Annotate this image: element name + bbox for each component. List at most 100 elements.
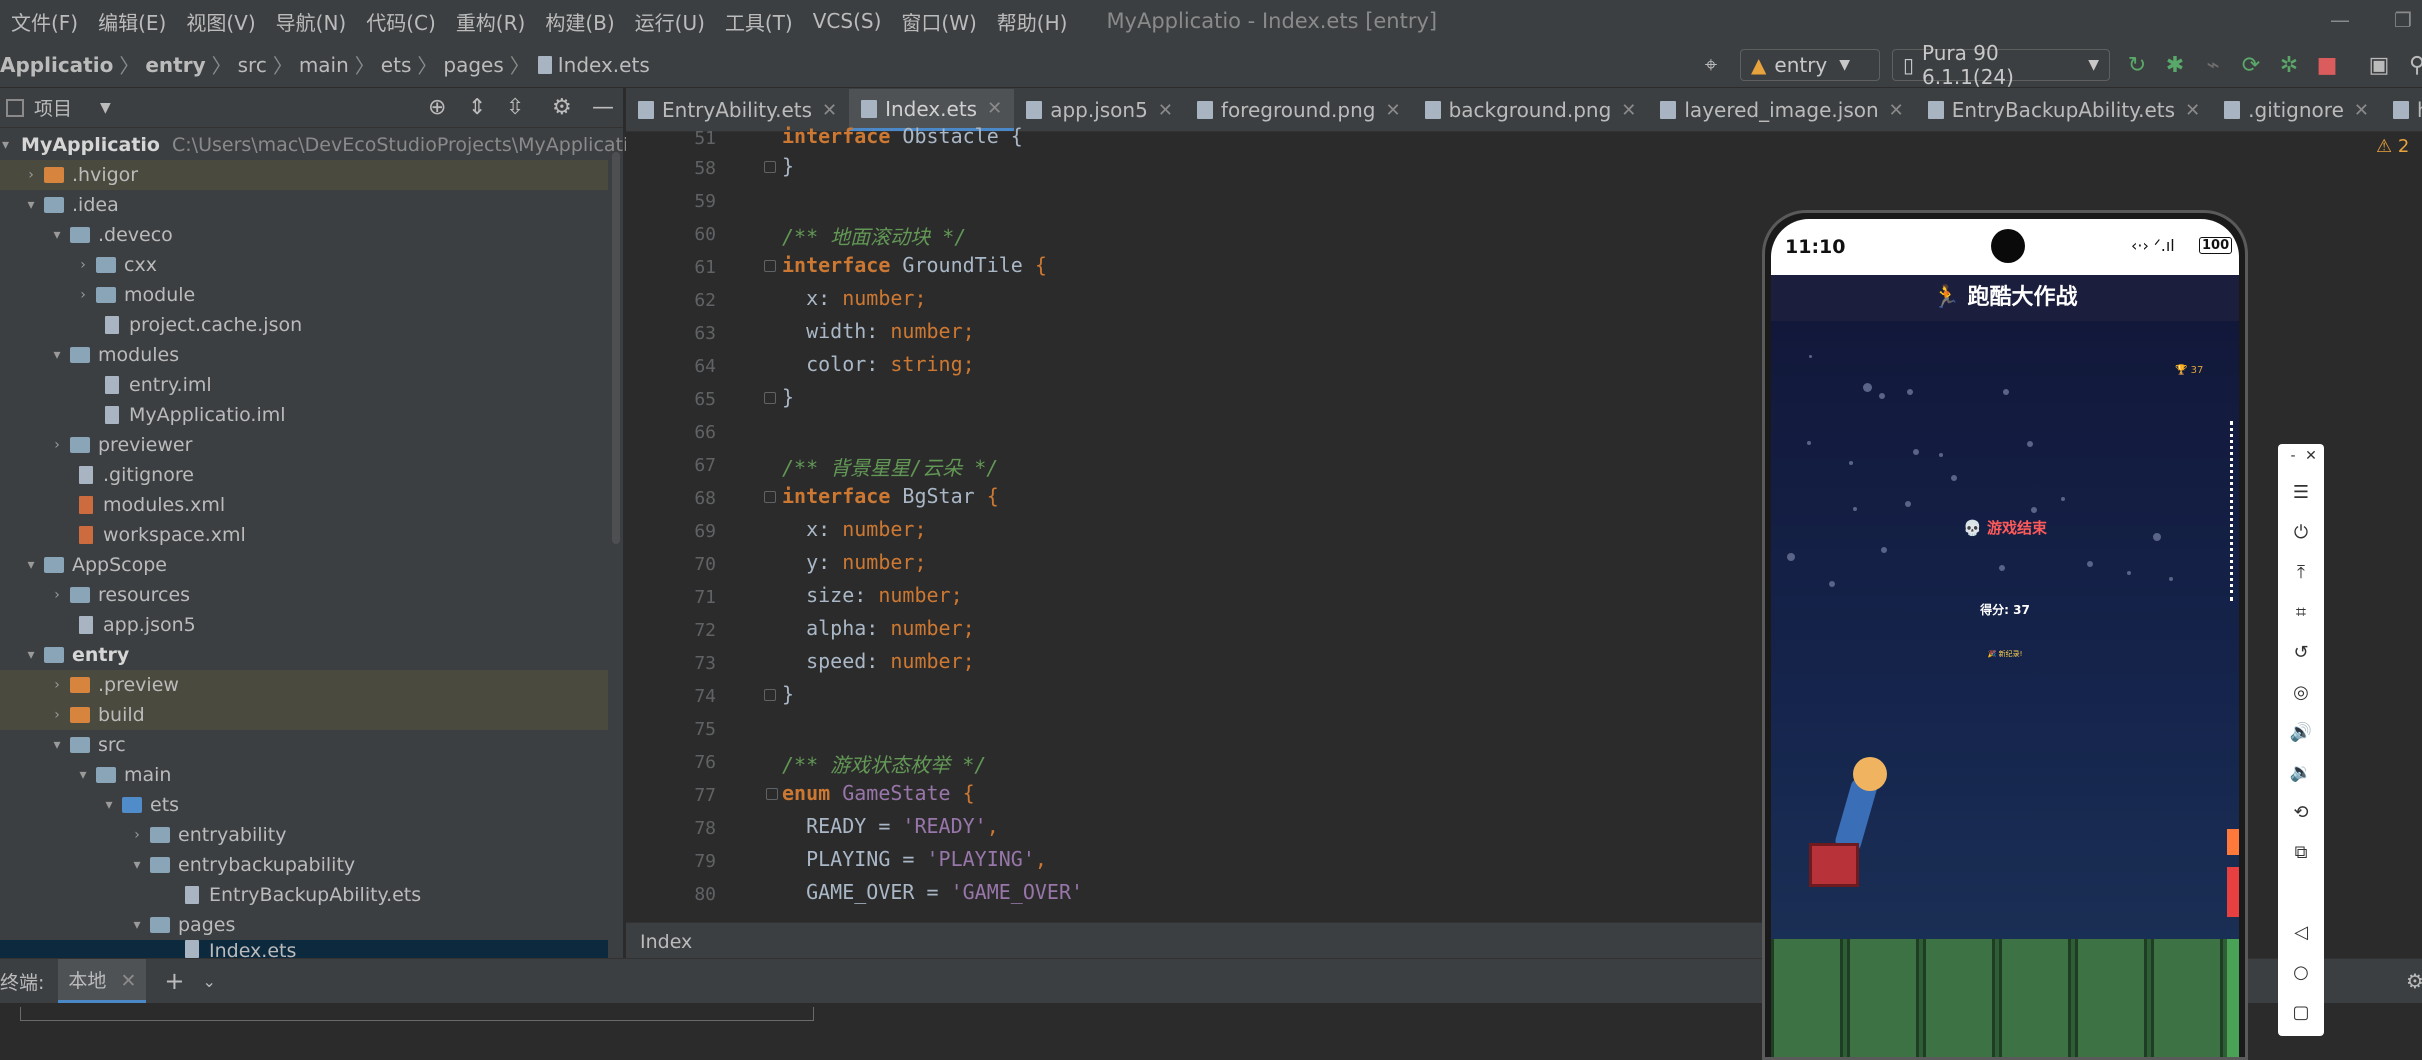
tree-item-build[interactable]: › build bbox=[0, 700, 608, 730]
menu-tools[interactable]: 工具(T) bbox=[716, 7, 802, 36]
close-icon[interactable]: ✕ bbox=[120, 970, 136, 992]
locate-icon[interactable]: ⊕ bbox=[428, 95, 446, 120]
game-canvas[interactable]: 🏆 37 💀 游戏结束 得分: 37 🎉 新纪录! bbox=[1771, 321, 2239, 939]
tree-item-entrybackupability[interactable]: ▾ entrybackupability bbox=[0, 850, 608, 880]
tree-item-modules-xml[interactable]: modules.xml bbox=[0, 490, 608, 520]
menu-view[interactable]: 视图(V) bbox=[177, 7, 264, 36]
close-icon[interactable]: ✕ bbox=[1158, 100, 1173, 121]
home-icon[interactable]: ○ bbox=[2278, 962, 2324, 983]
fold-icon[interactable] bbox=[764, 491, 776, 503]
tree-item-index-ets[interactable]: Index.ets bbox=[0, 940, 608, 958]
menu-build[interactable]: 构建(B) bbox=[536, 7, 623, 36]
gear-icon[interactable]: ⚙ bbox=[552, 95, 572, 120]
tree-item-appscope[interactable]: ▾ AppScope bbox=[0, 550, 608, 580]
tree-item-gitignore-idea[interactable]: .gitignore bbox=[0, 460, 608, 490]
breadcrumb-main[interactable]: main bbox=[299, 53, 349, 77]
device-select[interactable]: ▯ Pura 90 6.1.1(24) ▼ bbox=[1892, 41, 2110, 89]
power-icon[interactable]: ⏻ bbox=[2278, 522, 2324, 543]
fold-icon[interactable] bbox=[764, 392, 776, 404]
volume-up-icon[interactable]: 🔊 bbox=[2278, 722, 2324, 743]
back-icon[interactable]: ◁ bbox=[2278, 922, 2324, 943]
tab-app-json5[interactable]: app.json5 ✕ bbox=[1014, 89, 1185, 131]
gear-icon[interactable]: ⚙ bbox=[2406, 969, 2422, 993]
restore-icon[interactable]: ❐ bbox=[2394, 8, 2412, 32]
tree-item-idea[interactable]: ▾ .idea bbox=[0, 190, 608, 220]
tree-item-ets[interactable]: ▾ ets bbox=[0, 790, 608, 820]
menu-window[interactable]: 窗口(W) bbox=[892, 7, 985, 36]
tree-item-project-cache[interactable]: project.cache.json bbox=[0, 310, 608, 340]
chevron-down-icon[interactable]: ⌄ bbox=[203, 972, 216, 991]
close-icon[interactable]: ✕ bbox=[1621, 100, 1636, 121]
collapse-all-icon[interactable]: ⇳ bbox=[506, 95, 524, 120]
fold-icon[interactable] bbox=[764, 689, 776, 701]
tree-item-entry[interactable]: ▾ entry bbox=[0, 640, 608, 670]
menu-vcs[interactable]: VCS(S) bbox=[804, 9, 891, 33]
tree-item-workspace-xml[interactable]: workspace.xml bbox=[0, 520, 608, 550]
stop-icon[interactable]: ■ bbox=[2314, 52, 2340, 78]
tree-item-previewer[interactable]: › previewer bbox=[0, 430, 608, 460]
tree-item-modules[interactable]: ▾ modules bbox=[0, 340, 608, 370]
hide-panel-icon[interactable]: — bbox=[592, 95, 614, 120]
apply-changes-icon[interactable]: ⟳ bbox=[2238, 52, 2264, 78]
tree-item-main[interactable]: ▾ main bbox=[0, 760, 608, 790]
minimize-icon[interactable]: — bbox=[2330, 8, 2350, 32]
breadcrumb-pages[interactable]: pages bbox=[443, 53, 503, 77]
fold-icon[interactable] bbox=[766, 788, 778, 800]
rerun-icon[interactable]: ↻ bbox=[2124, 52, 2150, 78]
search-everywhere-icon[interactable]: ⚲ bbox=[2404, 52, 2422, 78]
screen-rotate-icon[interactable]: ⟲ bbox=[2278, 802, 2324, 823]
location-icon[interactable]: ◎ bbox=[2278, 682, 2324, 703]
tree-item-myapp-iml[interactable]: MyApplicatio.iml bbox=[0, 400, 608, 430]
tree-item-entrybackupability-ets[interactable]: EntryBackupAbility.ets bbox=[0, 880, 608, 910]
tree-item-preview[interactable]: › .preview bbox=[0, 670, 608, 700]
breadcrumb-index[interactable]: Index.ets bbox=[558, 53, 650, 77]
plus-icon[interactable]: + bbox=[164, 967, 184, 995]
menu-run[interactable]: 运行(U) bbox=[626, 7, 714, 36]
screenshot-icon[interactable]: ⧉ bbox=[2278, 842, 2324, 863]
menu-refactor[interactable]: 重构(R) bbox=[447, 7, 535, 36]
module-select[interactable]: ▲ entry ▼ bbox=[1740, 49, 1880, 81]
breadcrumb-entry[interactable]: entry bbox=[145, 53, 205, 77]
crop-icon[interactable]: ⌗ bbox=[2278, 602, 2324, 623]
breadcrumb-src[interactable]: src bbox=[238, 53, 267, 77]
terminal-output[interactable] bbox=[20, 1007, 814, 1021]
close-icon[interactable]: ✕ bbox=[2288, 448, 2334, 464]
debug-icon[interactable]: ✱ bbox=[2162, 52, 2188, 78]
breadcrumb-project[interactable]: Applicatio bbox=[0, 53, 113, 77]
tree-item-cxx[interactable]: › cxx bbox=[0, 250, 608, 280]
menu-icon[interactable]: ☰ bbox=[2278, 482, 2324, 503]
attach-debugger-icon[interactable]: ⌁ bbox=[2200, 52, 2226, 78]
menu-edit[interactable]: 编辑(E) bbox=[89, 7, 175, 36]
menu-navigate[interactable]: 导航(N) bbox=[267, 7, 356, 36]
profile-icon[interactable]: ✲ bbox=[2276, 52, 2302, 78]
upload-icon[interactable]: ⤒ bbox=[2278, 562, 2324, 583]
close-icon[interactable]: ✕ bbox=[2185, 100, 2200, 121]
tree-item-src[interactable]: ▾ src bbox=[0, 730, 608, 760]
warning-icon[interactable]: ⚠ 2 bbox=[2376, 136, 2409, 157]
expand-all-icon[interactable]: ⇕ bbox=[468, 95, 486, 120]
tab-local[interactable]: 本地 ✕ bbox=[58, 959, 147, 1003]
scrollbar[interactable] bbox=[612, 152, 620, 544]
close-icon[interactable]: ✕ bbox=[1385, 100, 1400, 121]
fold-icon[interactable] bbox=[764, 161, 776, 173]
tree-item-module[interactable]: › module bbox=[0, 280, 608, 310]
volume-down-icon[interactable]: 🔉 bbox=[2278, 762, 2324, 783]
rotate-icon[interactable]: ↺ bbox=[2278, 642, 2324, 663]
close-icon[interactable]: ✕ bbox=[2354, 100, 2369, 121]
menu-help[interactable]: 帮助(H) bbox=[988, 7, 1077, 36]
tab-entrybackupability[interactable]: EntryBackupAbility.ets ✕ bbox=[1916, 89, 2212, 131]
tab-hvigor-config[interactable]: hvigor-con bbox=[2381, 89, 2422, 131]
breadcrumb-item[interactable]: Index bbox=[640, 931, 692, 953]
device-screen[interactable]: 11:10 ‹·› ᐟ.ıl 100 🏃 跑酷大作战 🏆 37 💀 游戏结束 得… bbox=[1771, 219, 2239, 1057]
close-icon[interactable]: ✕ bbox=[1889, 100, 1904, 121]
tab-foreground[interactable]: foreground.png ✕ bbox=[1185, 89, 1413, 131]
recents-icon[interactable]: ▢ bbox=[2278, 1002, 2324, 1023]
tree-item-pages[interactable]: ▾ pages bbox=[0, 910, 608, 940]
menu-code[interactable]: 代码(C) bbox=[357, 7, 445, 36]
menu-file[interactable]: 文件(F) bbox=[2, 7, 87, 36]
tree-item-app-json5[interactable]: app.json5 bbox=[0, 610, 608, 640]
project-view-label[interactable]: 项目 bbox=[34, 94, 72, 121]
tree-item-entryability[interactable]: › entryability bbox=[0, 820, 608, 850]
device-manager-icon[interactable]: ▣ bbox=[2366, 52, 2392, 78]
tree-item-entry-iml[interactable]: entry.iml bbox=[0, 370, 608, 400]
